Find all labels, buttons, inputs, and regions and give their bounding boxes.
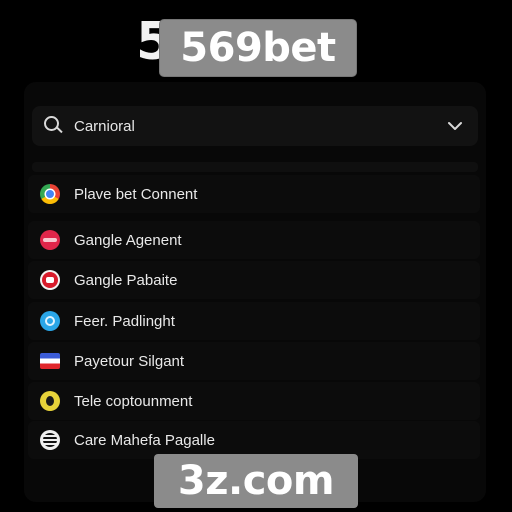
flag-icon — [40, 353, 60, 369]
list-item[interactable]: Tele coptounment — [28, 382, 480, 420]
search-dropdown[interactable]: Carnioral — [32, 106, 478, 146]
divider — [32, 162, 478, 172]
domain-watermark: 3z.com — [154, 454, 358, 508]
list-item-label: Feer. Padlinght — [74, 312, 175, 330]
globe-icon — [40, 430, 60, 450]
list-item-label: Gangle Pabaite — [74, 271, 178, 289]
list-item-label: Plave bet Connent — [74, 185, 198, 203]
list-item[interactable]: Feer. Padlinght — [28, 302, 480, 340]
search-icon — [44, 116, 64, 136]
blue-circle-icon — [40, 311, 60, 331]
list-item-label: Payetour Silgant — [74, 352, 185, 370]
list-item-label: Gangle Agenent — [74, 231, 182, 249]
yellow-face-icon — [40, 391, 60, 411]
list-item-label: Care Mahefa Pagalle — [74, 431, 215, 449]
chevron-down-icon[interactable] — [444, 115, 466, 137]
chrome-icon — [40, 184, 60, 204]
list-item-label: Tele coptounment — [74, 392, 193, 410]
list-item[interactable]: Plave bet Connent — [28, 175, 480, 213]
red-circle-icon — [40, 270, 60, 290]
search-input[interactable]: Carnioral — [74, 118, 444, 135]
brand-logo: 569bet — [160, 20, 356, 76]
list-item[interactable]: Payetour Silgant — [28, 342, 480, 380]
red-app-icon — [40, 230, 60, 250]
list-item[interactable]: Gangle Pabaite — [28, 261, 480, 299]
page: 569 569bet Carnioral Plave bet Connent G… — [0, 0, 512, 512]
list-item[interactable]: Gangle Agenent — [28, 221, 480, 259]
